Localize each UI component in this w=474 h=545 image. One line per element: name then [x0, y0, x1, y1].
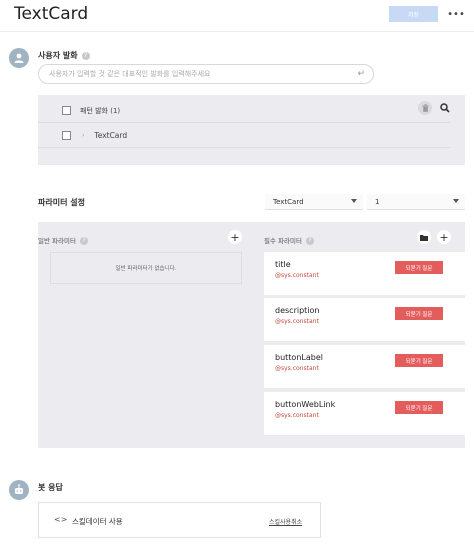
- parameter-card[interactable]: title @sys.constant 되묻기 질문: [264, 252, 465, 295]
- list-item[interactable]: › TextCard: [38, 124, 450, 148]
- chevron-down-icon: [453, 199, 459, 203]
- parameter-card[interactable]: description @sys.constant 되묻기 질문: [264, 298, 465, 341]
- parameter-card[interactable]: buttonLabel @sys.constant 되묻기 질문: [264, 345, 465, 388]
- count-select[interactable]: 1: [367, 194, 465, 210]
- chevron-down-icon: [351, 199, 357, 203]
- parameter-card[interactable]: buttonWebLink @sys.constant 되묻기 질문: [264, 392, 465, 435]
- add-required-parameter-button[interactable]: +: [437, 230, 451, 244]
- parameter-entity: @sys.constant: [275, 412, 319, 419]
- reprompt-button[interactable]: 되묻기 질문: [395, 401, 443, 414]
- utterance-input[interactable]: 사용자가 입력할 것 같은 대표적인 발화를 입력해주세요 ↵: [38, 64, 374, 84]
- required-parameter-label: 필수 파라미터?: [264, 235, 314, 245]
- parameter-panel: 일반 파라미터? + 일반 파라미터가 없습니다. 필수 파라미터? + tit…: [38, 222, 465, 448]
- pattern-count-label: 패턴 발화 (1): [80, 106, 121, 115]
- pattern-text: TextCard: [94, 131, 128, 140]
- skill-data-label: 스킬데이터 사용: [72, 517, 123, 526]
- parameter-entity: @sys.constant: [275, 365, 319, 372]
- pattern-header-row: 패턴 발화 (1): [38, 99, 450, 123]
- user-utterance-label: 사용자 발화?: [38, 50, 90, 61]
- trash-icon[interactable]: [418, 101, 432, 115]
- help-icon[interactable]: ?: [305, 237, 314, 245]
- parameter-settings-label: 파라미터 설정: [38, 198, 85, 207]
- chevron-right-icon: ›: [82, 132, 85, 139]
- enter-icon[interactable]: ↵: [357, 69, 365, 79]
- search-icon[interactable]: [438, 101, 452, 115]
- help-icon[interactable]: ?: [79, 237, 88, 245]
- optional-parameter-empty: 일반 파라미터가 없습니다.: [50, 252, 242, 284]
- select-all-checkbox[interactable]: [62, 106, 71, 115]
- page-title: TextCard: [14, 4, 89, 24]
- pattern-checkbox[interactable]: [62, 131, 71, 140]
- code-icon: <>: [54, 515, 68, 524]
- reprompt-button[interactable]: 되묻기 질문: [395, 307, 443, 320]
- parameter-name: title: [275, 260, 291, 269]
- parameter-entity: @sys.constant: [275, 272, 319, 279]
- user-avatar-icon: [9, 48, 29, 68]
- parameter-entity: @sys.constant: [275, 318, 319, 325]
- save-button[interactable]: 저장: [389, 6, 438, 22]
- parameter-name: buttonWebLink: [275, 400, 336, 409]
- cancel-skill-link[interactable]: 스킬사용취소: [269, 517, 302, 526]
- block-select[interactable]: TextCard: [265, 194, 363, 210]
- parameter-name: description: [275, 306, 320, 315]
- help-icon[interactable]: ?: [81, 51, 90, 60]
- bot-response-label: 봇 응답: [38, 483, 63, 492]
- pattern-utterance-panel: 패턴 발화 (1) › TextCard: [38, 95, 465, 165]
- bot-avatar-icon: [9, 480, 29, 500]
- reprompt-button[interactable]: 되묻기 질문: [395, 261, 443, 274]
- top-bar: TextCard 저장 •••: [0, 0, 474, 32]
- more-options-button[interactable]: •••: [447, 6, 465, 22]
- folder-icon[interactable]: [417, 230, 431, 244]
- optional-parameter-label: 일반 파라미터?: [38, 235, 88, 245]
- bot-response-card: <> 스킬데이터 사용 스킬사용취소: [38, 502, 321, 538]
- parameter-name: buttonLabel: [275, 353, 323, 362]
- reprompt-button[interactable]: 되묻기 질문: [395, 354, 443, 367]
- add-optional-parameter-button[interactable]: +: [228, 230, 242, 244]
